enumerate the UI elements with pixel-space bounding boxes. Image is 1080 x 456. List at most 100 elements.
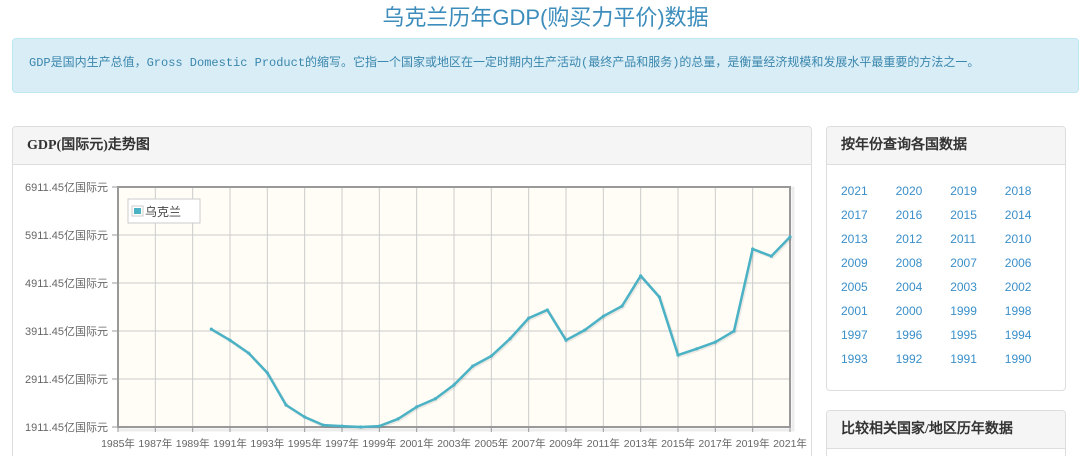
x-tick-label: 2007年 (512, 437, 546, 450)
data-point (620, 304, 624, 308)
data-point (601, 314, 605, 318)
year-link[interactable]: 2002 (1005, 275, 1060, 299)
year-link[interactable]: 2014 (1005, 203, 1060, 227)
year-link[interactable]: 1998 (1005, 299, 1060, 323)
page-title: 乌克兰历年GDP(购买力平价)数据 (382, 5, 709, 30)
x-tick-label: 1997年 (325, 437, 359, 450)
y-tick-label: 1911.45亿国际元 (25, 421, 108, 434)
data-point (788, 235, 792, 239)
year-link[interactable]: 1993 (841, 347, 896, 371)
gdp-definition-alert: GDP是国内生产总值，Gross Domestic Product的缩写。它指一… (12, 38, 1079, 93)
data-point (639, 274, 643, 278)
year-link[interactable]: 2009 (841, 251, 896, 275)
x-tick-label: 2019年 (736, 437, 770, 450)
data-point (769, 254, 773, 258)
data-point (657, 295, 661, 299)
x-tick-label: 2015年 (661, 437, 695, 450)
x-tick-label: 2009年 (549, 437, 583, 450)
data-point (433, 397, 437, 401)
data-point (676, 353, 680, 357)
x-tick-label: 2003年 (437, 437, 471, 450)
x-tick-label: 1999年 (362, 437, 396, 450)
data-point (695, 347, 699, 351)
data-point (303, 415, 307, 419)
year-link[interactable]: 2012 (896, 227, 951, 251)
year-link[interactable]: 2010 (1005, 227, 1060, 251)
year-link[interactable]: 2018 (1005, 179, 1060, 203)
data-point (452, 383, 456, 387)
data-point (340, 424, 344, 428)
y-tick-label: 5911.45亿国际元 (25, 229, 108, 242)
year-query-panel-heading: 按年份查询各国数据 (827, 127, 1065, 165)
year-link[interactable]: 2001 (841, 299, 896, 323)
y-tick-label: 3911.45亿国际元 (25, 325, 108, 338)
legend-swatch (134, 208, 141, 214)
x-tick-label: 1987年 (138, 437, 172, 450)
year-link[interactable]: 2005 (841, 275, 896, 299)
data-point (359, 425, 363, 429)
year-link-grid: 2021 2020 2019 2018 2017 2016 2015 2014 … (841, 179, 1059, 371)
page-root: 乌克兰历年GDP(购买力平价)数据 GDP是国内生产总值，Gross Domes… (0, 0, 1080, 456)
data-point (209, 327, 213, 331)
year-link[interactable]: 2013 (841, 227, 896, 251)
gdp-definition-text: GDP是国内生产总值，Gross Domestic Product的缩写。它指一… (29, 56, 980, 70)
data-point (415, 405, 419, 409)
year-link[interactable]: 2011 (950, 227, 1005, 251)
x-tick-label: 2013年 (624, 437, 658, 450)
data-point (545, 308, 549, 312)
year-link[interactable]: 2016 (896, 203, 951, 227)
year-link[interactable]: 2000 (896, 299, 951, 323)
data-point (377, 424, 381, 428)
data-point (321, 423, 325, 427)
gdp-trend-panel-heading: GDP(国际元)走势图 (13, 127, 811, 165)
year-link[interactable]: 2003 (950, 275, 1005, 299)
data-point (732, 329, 736, 333)
x-tick-label: 1991年 (213, 437, 247, 450)
data-point (489, 354, 493, 358)
y-tick-label: 6911.45亿国际元 (25, 181, 108, 194)
year-link[interactable]: 1990 (1005, 347, 1060, 371)
data-point (508, 337, 512, 341)
x-tick-label: 2017年 (698, 437, 732, 450)
data-point (713, 340, 717, 344)
year-link[interactable]: 1991 (950, 347, 1005, 371)
gdp-trend-chart: 1911.45亿国际元 2911.45亿国际元 3911.45亿国际元 4911.45… (25, 181, 807, 450)
compare-countries-panel: 比较相关国家/地区历年数据 (826, 410, 1066, 456)
x-tick-label: 2001年 (400, 437, 434, 450)
legend-label: 乌克兰 (145, 204, 181, 219)
year-link[interactable]: 2006 (1005, 251, 1060, 275)
year-link[interactable]: 2004 (896, 275, 951, 299)
data-point (265, 371, 269, 375)
year-link[interactable]: 2007 (950, 251, 1005, 275)
year-query-panel: 按年份查询各国数据 2021 2020 2019 2018 2017 2016 … (826, 126, 1066, 391)
year-link[interactable]: 1992 (896, 347, 951, 371)
year-link[interactable]: 1997 (841, 323, 896, 347)
year-link[interactable]: 2017 (841, 203, 896, 227)
y-tick-label: 4911.45亿国际元 (25, 277, 108, 290)
x-tick-label: 2021年 (773, 437, 807, 450)
x-tick-label: 2011年 (587, 437, 620, 450)
x-tick-label: 2005年 (474, 437, 508, 450)
data-point (527, 316, 531, 320)
year-link[interactable]: 2021 (841, 179, 896, 203)
x-tick-label: 1989年 (176, 437, 210, 450)
data-point (396, 417, 400, 421)
data-point (228, 338, 232, 342)
y-tick-label: 2911.45亿国际元 (25, 373, 108, 386)
year-link[interactable]: 1999 (950, 299, 1005, 323)
year-link[interactable]: 2008 (896, 251, 951, 275)
year-link[interactable]: 1996 (896, 323, 951, 347)
data-point (471, 364, 475, 368)
compare-countries-panel-heading: 比较相关国家/地区历年数据 (827, 411, 1065, 449)
x-tick-label: 1993年 (250, 437, 284, 450)
data-point (564, 338, 568, 342)
year-link[interactable]: 1994 (1005, 323, 1060, 347)
year-link[interactable]: 2020 (896, 179, 951, 203)
year-link[interactable]: 2019 (950, 179, 1005, 203)
data-point (284, 403, 288, 407)
year-link[interactable]: 1995 (950, 323, 1005, 347)
data-point (583, 328, 587, 332)
x-tick-label: 1995年 (288, 437, 322, 450)
x-tick-label: 1985年 (101, 437, 135, 450)
year-link[interactable]: 2015 (950, 203, 1005, 227)
